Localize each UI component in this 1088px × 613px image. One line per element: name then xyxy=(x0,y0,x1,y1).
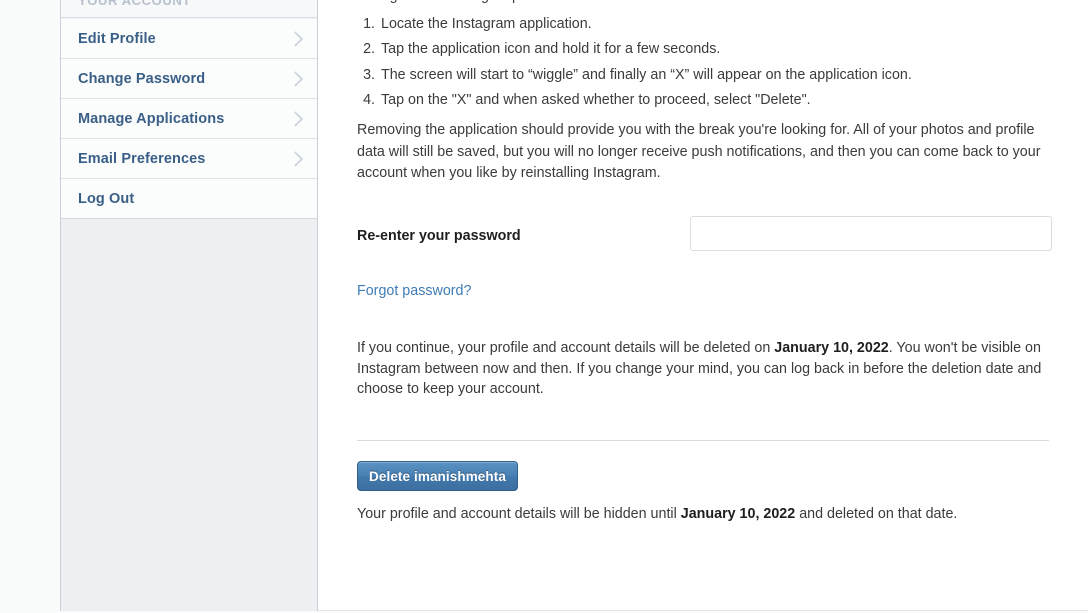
removing-paragraph: Removing the application should provide … xyxy=(357,122,1041,182)
chevron-right-icon xyxy=(287,150,304,167)
list-item: Locate the Instagram application. xyxy=(379,12,1049,37)
password-row: Re-enter your password xyxy=(357,215,1052,258)
sidebar-list: Edit Profile Change Password Manage Appl… xyxy=(61,19,317,219)
section-divider xyxy=(357,440,1049,441)
hidden-text-2: and deleted on that date. xyxy=(795,506,958,522)
account-sidebar: YOUR ACCOUNT Edit Profile Change Passwor… xyxy=(60,0,318,611)
chevron-right-icon xyxy=(287,110,304,127)
steps-list: Locate the Instagram application. Tap th… xyxy=(357,12,1049,113)
sidebar-item-email-preferences[interactable]: Email Preferences xyxy=(61,139,317,179)
sidebar-item-label: Change Password xyxy=(78,70,206,87)
list-item: The screen will start to “wiggle” and fi… xyxy=(379,63,1049,88)
delete-account-button[interactable]: Delete imanishmehta xyxy=(357,461,518,491)
main-content: through the following steps: Locate the … xyxy=(318,0,1088,611)
deletion-date: January 10, 2022 xyxy=(774,340,889,356)
list-item: Tap the application icon and hold it for… xyxy=(379,37,1049,62)
sidebar-header-label: YOUR ACCOUNT xyxy=(78,0,191,8)
delete-account-form: through the following steps: Locate the … xyxy=(357,0,1052,522)
sidebar-item-change-password[interactable]: Change Password xyxy=(61,59,317,99)
sidebar-item-log-out[interactable]: Log Out xyxy=(61,179,317,219)
continue-text-1: If you continue, your profile and accoun… xyxy=(357,340,775,356)
intro-paragraph: through the following steps: xyxy=(357,0,1049,8)
hidden-text-1: Your profile and account details will be… xyxy=(357,506,681,522)
sidebar-item-label: Log Out xyxy=(78,190,135,207)
sidebar-item-edit-profile[interactable]: Edit Profile xyxy=(61,19,317,59)
hidden-until-paragraph: Your profile and account details will be… xyxy=(357,504,1049,524)
forgot-password-link[interactable]: Forgot password? xyxy=(357,283,471,299)
settings-page: YOUR ACCOUNT Edit Profile Change Passwor… xyxy=(0,0,1088,613)
password-input[interactable] xyxy=(690,215,1052,251)
sidebar-item-manage-applications[interactable]: Manage Applications xyxy=(61,99,317,139)
chevron-right-icon xyxy=(287,70,304,87)
list-item: Tap on the "X" and when asked whether to… xyxy=(379,88,1049,113)
sidebar-item-label: Email Preferences xyxy=(78,150,206,167)
continue-warning-paragraph: If you continue, your profile and accoun… xyxy=(357,338,1049,400)
sidebar-header: YOUR ACCOUNT xyxy=(61,0,317,18)
page-gutter xyxy=(0,0,60,613)
hidden-until-date: January 10, 2022 xyxy=(680,506,796,522)
sidebar-item-label: Edit Profile xyxy=(78,30,156,47)
password-label: Re-enter your password xyxy=(357,227,521,244)
chevron-right-icon xyxy=(287,30,304,47)
sidebar-item-label: Manage Applications xyxy=(78,110,225,127)
page-bottom-rule xyxy=(318,610,1088,611)
